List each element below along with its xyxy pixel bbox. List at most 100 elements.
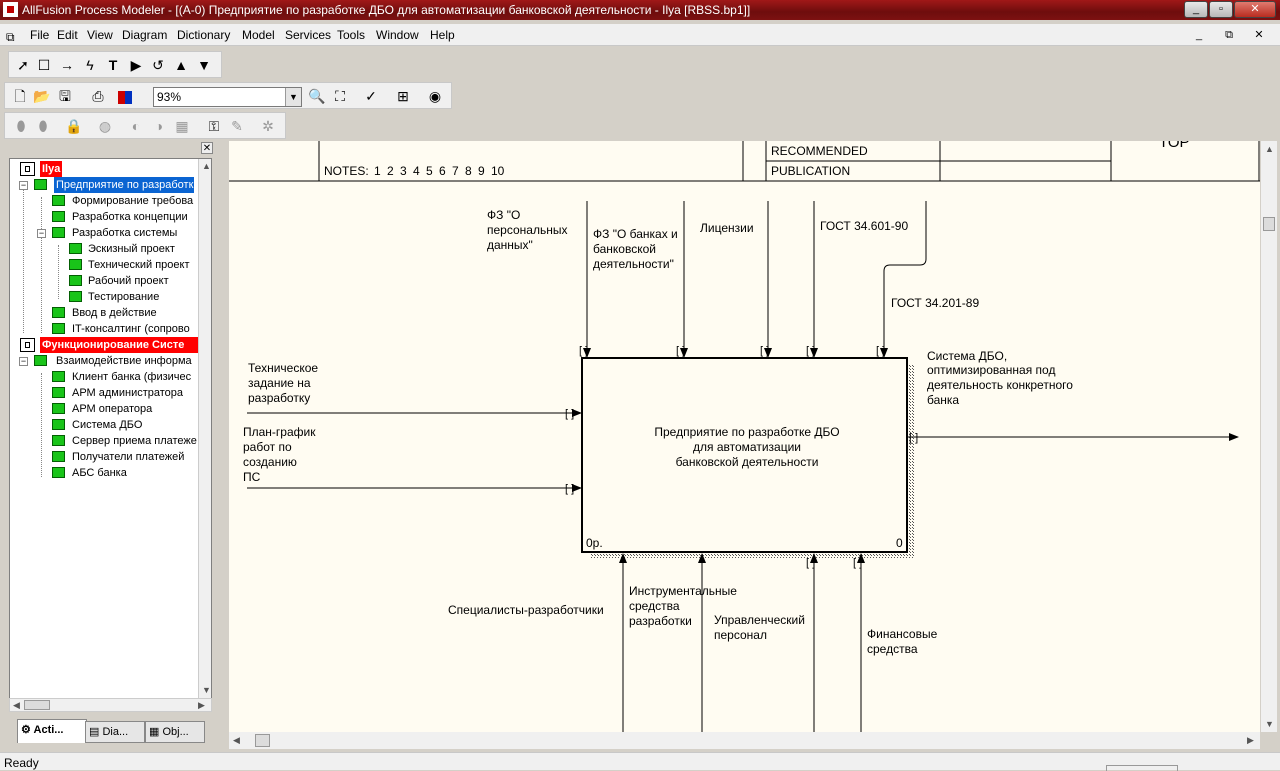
- mdi-close-button[interactable]: ✕: [1248, 27, 1270, 43]
- scroll-thumb[interactable]: [24, 700, 50, 710]
- mdi-restore-button[interactable]: ⧉: [1218, 27, 1240, 43]
- user-key-icon[interactable]: ⚿: [203, 115, 225, 137]
- menu-bar: ⧉ File Edit View Diagram Dictionary Mode…: [0, 24, 1280, 46]
- control-label: ФЗ "О: [487, 208, 520, 222]
- up-icon[interactable]: ▲: [170, 54, 192, 76]
- activity-icon: [52, 227, 65, 238]
- tab-activities[interactable]: ⚙ Acti...: [17, 719, 87, 743]
- tab-objects[interactable]: ▦ Obj...: [145, 721, 205, 743]
- canvas-horizontal-scrollbar[interactable]: ◀ ▶: [229, 732, 1260, 749]
- control-arrow[interactable]: ФЗ "О персональных данных" [ ]: [487, 201, 591, 358]
- minimize-button[interactable]: _: [1184, 1, 1208, 18]
- system-menu-icon[interactable]: ⧉: [6, 30, 24, 44]
- app-icon[interactable]: [3, 2, 18, 17]
- menu-dictionary[interactable]: Dictionary: [177, 28, 230, 42]
- squiggle-icon[interactable]: ϟ: [79, 54, 101, 76]
- text-icon[interactable]: T: [102, 54, 124, 76]
- activity-number: 0: [896, 536, 903, 550]
- output-label: деятельность конкретного: [927, 378, 1073, 392]
- tree-horizontal-scrollbar[interactable]: ◀ ▶: [9, 698, 212, 712]
- zoom-select[interactable]: 93% ▼: [153, 87, 302, 107]
- spell-check-icon[interactable]: ✓: [360, 85, 382, 107]
- activity-box[interactable]: Предприятие по разработке ДБО для автома…: [581, 357, 915, 558]
- recommended-label: RECOMMENDED: [771, 144, 868, 158]
- canvas-vertical-scrollbar[interactable]: ▲ ▼: [1261, 141, 1277, 732]
- open-folder-icon[interactable]: 📂: [31, 85, 53, 107]
- output-arrow[interactable]: Система ДБО, оптимизированная под деятел…: [908, 349, 1239, 444]
- activity-icon: [52, 451, 65, 462]
- tab-diagrams[interactable]: ▤ Dia...: [85, 721, 145, 743]
- zoom-in-icon[interactable]: 🔍: [306, 85, 328, 107]
- menu-help[interactable]: Help: [430, 28, 455, 42]
- mechanism-arrow[interactable]: Специалисты-разработчики: [448, 553, 627, 732]
- disabled-tool-icon[interactable]: ◍: [94, 115, 116, 137]
- disabled-tool-icon[interactable]: ⬮: [10, 115, 32, 137]
- undo-icon[interactable]: ↺: [147, 54, 169, 76]
- collapse-icon[interactable]: −: [19, 357, 28, 366]
- mdi-minimize-button[interactable]: _: [1188, 27, 1210, 43]
- model-toolbar: ⬮ ⬮ 🔒 ◍ ◐ ◑ ▦ ⚿ ✎ ✲: [4, 112, 286, 139]
- arrow-icon[interactable]: →: [56, 54, 78, 76]
- pointer-icon[interactable]: ➚: [12, 54, 34, 76]
- mechanism-arrow[interactable]: Управленческий персонал [ ]: [714, 553, 818, 732]
- print-icon[interactable]: ⎙: [87, 85, 109, 107]
- zoom-fit-icon[interactable]: ⛶: [329, 85, 351, 107]
- scroll-thumb[interactable]: [255, 734, 270, 747]
- menu-file[interactable]: File: [30, 28, 49, 42]
- scroll-thumb[interactable]: [1263, 217, 1275, 231]
- play-icon[interactable]: ▶: [125, 54, 147, 76]
- menu-window[interactable]: Window: [376, 28, 419, 42]
- idef0-diagram: NOTES: 1 2 3 4 5 6 7 8 9 10 RECOMMENDED …: [229, 141, 1260, 732]
- output-label: оптимизированная под: [927, 363, 1055, 377]
- input-arrow[interactable]: План-график работ по созданию ПС [ ]: [243, 425, 582, 495]
- menu-model[interactable]: Model: [242, 28, 275, 42]
- menu-diagram[interactable]: Diagram: [122, 28, 167, 42]
- lock-icon[interactable]: 🔒: [63, 115, 85, 137]
- mechanism-label: Специалисты-разработчики: [448, 603, 604, 617]
- menu-edit[interactable]: Edit: [57, 28, 78, 42]
- box-icon[interactable]: ☐: [33, 54, 55, 76]
- menu-tools[interactable]: Tools: [337, 28, 365, 42]
- globe-icon[interactable]: ◉: [424, 85, 446, 107]
- close-button[interactable]: ✕: [1234, 1, 1276, 18]
- model-explorer-icon[interactable]: ⊞: [392, 85, 414, 107]
- disabled-tool-icon[interactable]: ▦: [171, 115, 193, 137]
- collapse-icon[interactable]: −: [37, 229, 46, 238]
- activity-icon: [52, 387, 65, 398]
- activity-title-line: банковской деятельности: [676, 455, 819, 469]
- control-arrow[interactable]: ГОСТ 34.601-90 [ ]: [806, 201, 908, 358]
- menu-view[interactable]: View: [87, 28, 113, 42]
- mechanism-arrow[interactable]: Финансовые средства [ ]: [853, 553, 938, 732]
- collapse-icon[interactable]: −: [19, 181, 28, 190]
- control-arrow[interactable]: ФЗ "О банках и банковской деятельности" …: [593, 201, 688, 358]
- mechanism-arrow[interactable]: Инструментальные средства разработки: [629, 553, 737, 732]
- output-label: Система ДБО,: [927, 349, 1007, 363]
- tree-vertical-scrollbar[interactable]: ▲ ▼: [198, 159, 211, 699]
- maximize-button[interactable]: ▫: [1209, 1, 1233, 18]
- down-icon[interactable]: ▼: [193, 54, 215, 76]
- input-label: разработку: [248, 391, 310, 405]
- activity-tree[interactable]: Ilya − Предприятие по разработке Формиро…: [9, 158, 212, 712]
- notes-number: 6: [439, 164, 446, 178]
- input-arrow[interactable]: Техническое задание на разработку [ ]: [247, 361, 582, 420]
- activity-icon: [69, 291, 82, 302]
- chevron-down-icon[interactable]: ▼: [285, 88, 301, 106]
- color-palette-icon[interactable]: [114, 85, 136, 107]
- new-file-icon[interactable]: 🗋: [9, 85, 31, 107]
- window-title: AllFusion Process Modeler - [(A-0) Предп…: [22, 3, 751, 17]
- menu-services[interactable]: Services: [285, 28, 331, 42]
- activity-icon: [52, 307, 65, 318]
- diagram-canvas[interactable]: NOTES: 1 2 3 4 5 6 7 8 9 10 RECOMMENDED …: [229, 141, 1260, 732]
- disabled-tool-icon[interactable]: ◐: [125, 115, 147, 137]
- notes-label: NOTES:: [324, 164, 369, 178]
- notes-number: 2: [387, 164, 394, 178]
- disabled-tool-icon[interactable]: ◑: [148, 115, 170, 137]
- disabled-tool-icon[interactable]: ✎: [226, 115, 248, 137]
- control-label: Лицензии: [700, 221, 754, 235]
- save-icon[interactable]: 🖫: [54, 85, 76, 107]
- bug-icon[interactable]: ✲: [257, 115, 279, 137]
- disabled-tool-icon[interactable]: ⬮: [32, 115, 54, 137]
- control-arrow[interactable]: Лицензии [ ]: [700, 201, 772, 358]
- close-icon[interactable]: ✕: [201, 142, 213, 154]
- notes-number: 9: [478, 164, 485, 178]
